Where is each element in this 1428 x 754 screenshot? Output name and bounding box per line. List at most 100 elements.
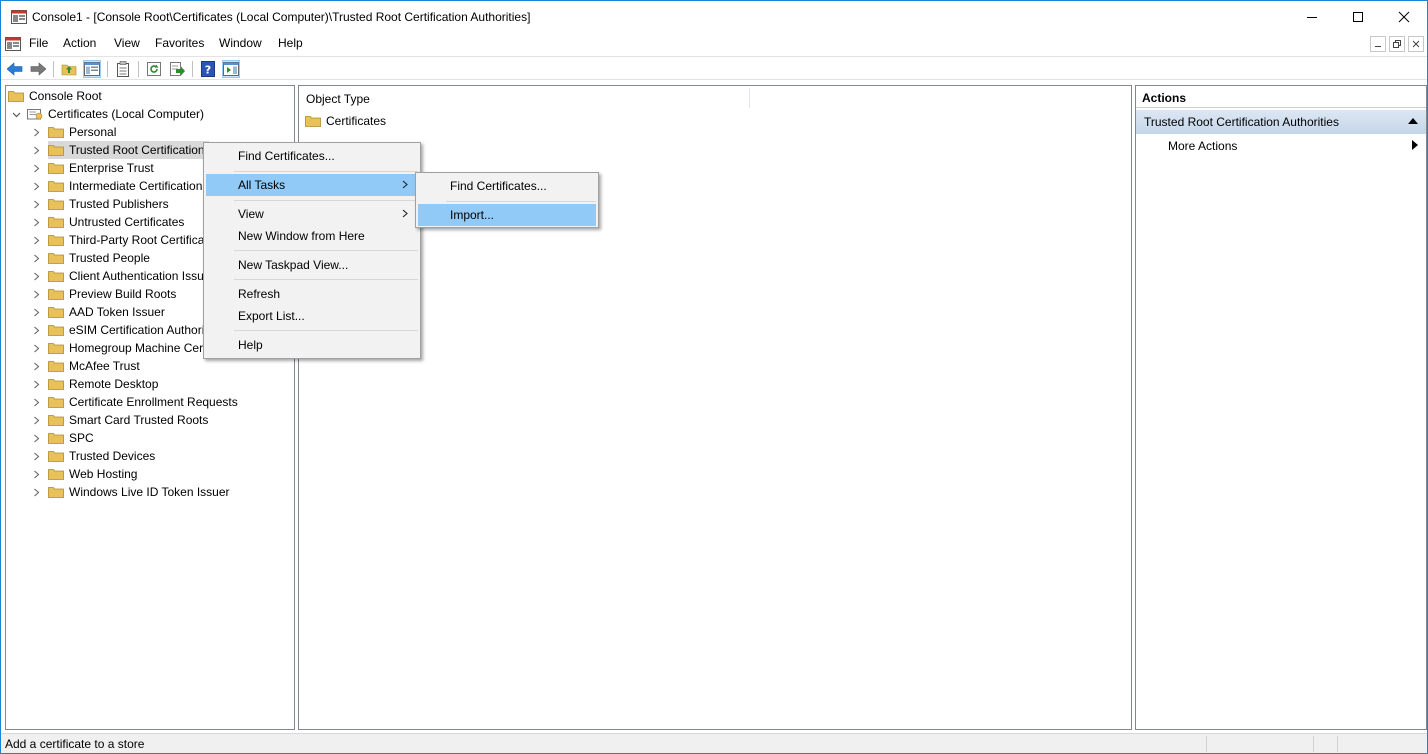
menu-view[interactable]: View xyxy=(114,36,140,50)
tree-item[interactable]: Windows Live ID Token Issuer xyxy=(30,483,234,501)
chevron-right-icon[interactable] xyxy=(30,231,42,249)
chevron-right-icon[interactable] xyxy=(30,411,42,429)
tree-item-hit-area[interactable]: Web Hosting xyxy=(48,465,141,483)
tree-item-hit-area[interactable]: Enterprise Trust xyxy=(48,159,158,177)
tree-item-hit-area[interactable]: Homegroup Machine Cer xyxy=(48,339,207,357)
collapse-up-icon[interactable] xyxy=(1408,116,1418,126)
tree-item-hit-area[interactable]: Third-Party Root Certificat xyxy=(48,231,212,249)
tree-item[interactable]: Preview Build Roots xyxy=(30,285,180,303)
chevron-right-icon[interactable] xyxy=(30,141,42,159)
help-button[interactable]: ? xyxy=(199,60,217,78)
tree-item-hit-area[interactable]: McAfee Trust xyxy=(48,357,144,375)
tree-item-hit-area[interactable]: Trusted People xyxy=(48,249,154,267)
chevron-right-icon[interactable] xyxy=(30,249,42,267)
tree-item-certificates-local-computer[interactable]: Certificates (Local Computer) xyxy=(10,105,206,123)
column-header-object-type[interactable]: Object Type xyxy=(306,92,370,106)
tree-item[interactable]: Web Hosting xyxy=(30,465,141,483)
chevron-right-icon[interactable] xyxy=(30,213,42,231)
menu-item-import[interactable]: Import... xyxy=(418,204,596,226)
menu-item-help[interactable]: Help xyxy=(206,334,418,356)
tree-item[interactable]: SPC xyxy=(30,429,98,447)
menu-item-find-certificates[interactable]: Find Certificates... xyxy=(206,145,418,167)
child-restore-button[interactable] xyxy=(1389,36,1405,52)
tree-item-hit-area[interactable]: AAD Token Issuer xyxy=(48,303,169,321)
tree-item-hit-area[interactable]: Trusted Root Certification xyxy=(48,141,209,159)
chevron-right-icon[interactable] xyxy=(30,483,42,501)
properties-button[interactable] xyxy=(114,60,132,78)
tree-item[interactable]: AAD Token Issuer xyxy=(30,303,169,321)
menu-item-new-taskpad-view[interactable]: New Taskpad View... xyxy=(206,254,418,276)
tree-item-hit-area[interactable]: Smart Card Trusted Roots xyxy=(48,411,212,429)
chevron-right-icon[interactable] xyxy=(30,285,42,303)
tree-item[interactable]: Enterprise Trust xyxy=(30,159,158,177)
chevron-right-icon[interactable] xyxy=(30,195,42,213)
chevron-right-icon[interactable] xyxy=(30,429,42,447)
back-button[interactable] xyxy=(6,60,24,78)
list-item[interactable]: Certificates xyxy=(305,112,388,130)
chevron-right-icon[interactable] xyxy=(30,447,42,465)
up-one-level-button[interactable] xyxy=(60,60,78,78)
tree-item[interactable]: Client Authentication Issu xyxy=(30,267,208,285)
tree-item[interactable]: Personal xyxy=(30,123,120,141)
tree-item[interactable]: Trusted Publishers xyxy=(30,195,173,213)
menu-action[interactable]: Action xyxy=(63,36,96,50)
tree-item-hit-area[interactable]: SPC xyxy=(48,429,98,447)
tree-item[interactable]: Third-Party Root Certificat xyxy=(30,231,212,249)
refresh-button[interactable] xyxy=(145,60,163,78)
forward-button[interactable] xyxy=(29,60,47,78)
menu-item-view[interactable]: View xyxy=(206,203,418,225)
tree-item[interactable]: Certificate Enrollment Requests xyxy=(30,393,242,411)
child-minimize-button[interactable] xyxy=(1370,36,1386,52)
chevron-right-icon[interactable] xyxy=(30,321,42,339)
tree-item-hit-area[interactable]: Personal xyxy=(48,123,120,141)
menu-help[interactable]: Help xyxy=(278,36,303,50)
tree-item[interactable]: Intermediate Certification xyxy=(30,177,206,195)
menu-file[interactable]: File xyxy=(29,36,48,50)
chevron-right-icon[interactable] xyxy=(30,465,42,483)
export-list-button[interactable] xyxy=(168,60,186,78)
chevron-right-icon[interactable] xyxy=(30,375,42,393)
console-menu-icon[interactable] xyxy=(5,36,21,52)
close-button[interactable] xyxy=(1381,1,1427,33)
chevron-right-icon[interactable] xyxy=(30,267,42,285)
tree-item[interactable]: Smart Card Trusted Roots xyxy=(30,411,212,429)
column-divider[interactable] xyxy=(749,88,750,108)
menu-item-refresh[interactable]: Refresh xyxy=(206,283,418,305)
title-bar[interactable]: Console1 - [Console Root\Certificates (L… xyxy=(1,1,1427,33)
tree-item[interactable]: eSIM Certification Authori xyxy=(30,321,208,339)
show-hide-action-pane-button[interactable] xyxy=(222,60,240,78)
chevron-down-icon[interactable] xyxy=(10,105,22,123)
tree-item-hit-area[interactable]: Client Authentication Issu xyxy=(48,267,208,285)
tree-item-hit-area[interactable]: Untrusted Certificates xyxy=(48,213,188,231)
tree-item-hit-area[interactable]: Trusted Publishers xyxy=(48,195,173,213)
tree-item-hit-area[interactable]: Windows Live ID Token Issuer xyxy=(48,483,234,501)
menu-item-find-certificates[interactable]: Find Certificates... xyxy=(418,175,596,197)
show-hide-tree-button[interactable] xyxy=(83,60,101,78)
menu-item-all-tasks[interactable]: All Tasks xyxy=(206,174,418,196)
tree-item-hit-area[interactable]: Preview Build Roots xyxy=(48,285,180,303)
tree-item-hit-area[interactable]: Intermediate Certification xyxy=(48,177,206,195)
actions-section-header[interactable]: Trusted Root Certification Authorities xyxy=(1136,110,1426,134)
tree-item[interactable]: Trusted People xyxy=(30,249,154,267)
menu-item-new-window-from-here[interactable]: New Window from Here xyxy=(206,225,418,247)
menu-favorites[interactable]: Favorites xyxy=(155,36,204,50)
chevron-right-icon[interactable] xyxy=(30,339,42,357)
chevron-right-icon[interactable] xyxy=(30,357,42,375)
tree-item-hit-area[interactable]: Certificate Enrollment Requests xyxy=(48,393,242,411)
tree-item[interactable]: Homegroup Machine Cer xyxy=(30,339,207,357)
tree-item[interactable]: Trusted Devices xyxy=(30,447,159,465)
menu-window[interactable]: Window xyxy=(219,36,262,50)
more-actions-link[interactable]: More Actions xyxy=(1168,139,1237,153)
tree-item-hit-area[interactable]: Remote Desktop xyxy=(48,375,162,393)
tree-item[interactable]: Trusted Root Certification xyxy=(30,141,209,159)
chevron-right-icon[interactable] xyxy=(30,159,42,177)
chevron-right-icon[interactable] xyxy=(30,303,42,321)
chevron-right-icon[interactable] xyxy=(30,177,42,195)
minimize-button[interactable] xyxy=(1289,1,1335,33)
tree-item-hit-area[interactable]: eSIM Certification Authori xyxy=(48,321,208,339)
tree-item-hit-area[interactable]: Trusted Devices xyxy=(48,447,159,465)
child-close-button[interactable] xyxy=(1408,36,1424,52)
chevron-right-icon[interactable] xyxy=(30,123,42,141)
tree-item[interactable]: McAfee Trust xyxy=(30,357,144,375)
menu-item-export-list[interactable]: Export List... xyxy=(206,305,418,327)
